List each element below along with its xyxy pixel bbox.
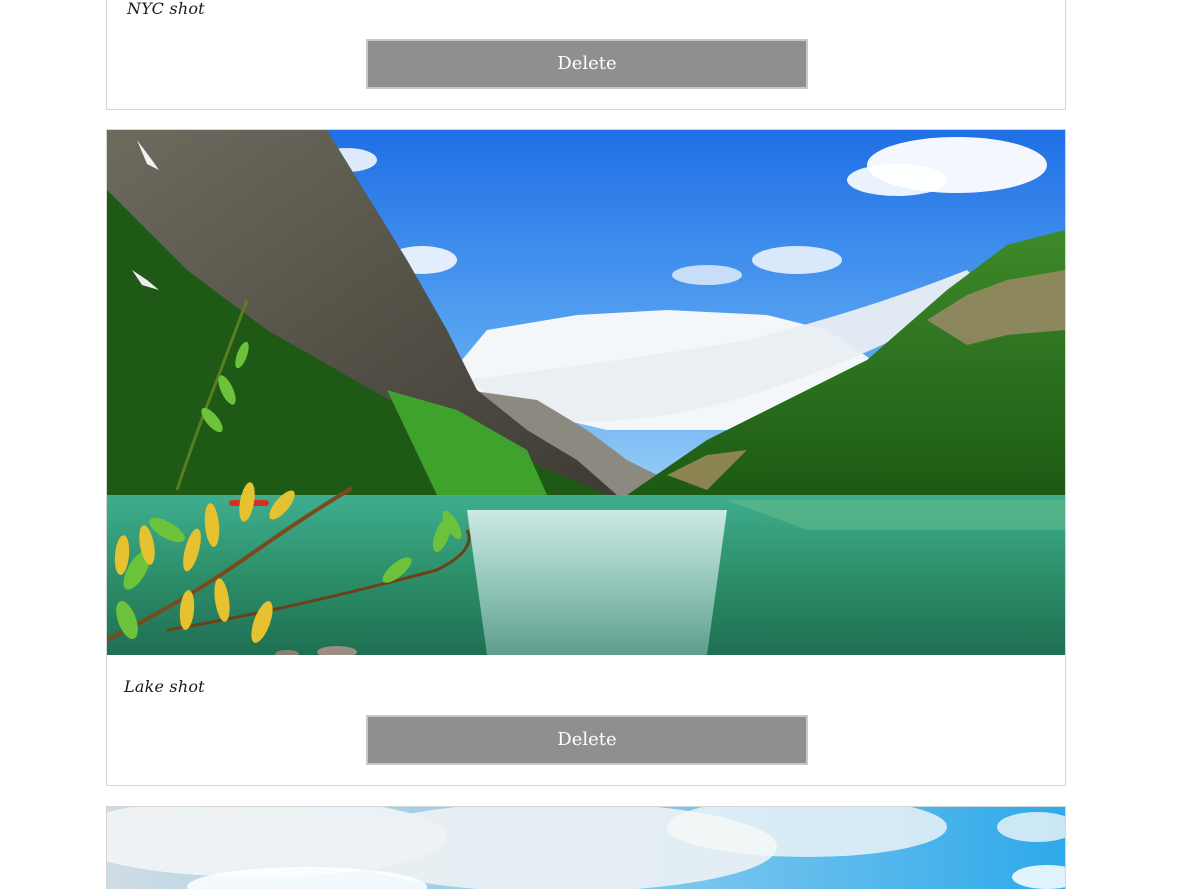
post-caption: Lake shot <box>124 677 205 696</box>
post-card <box>106 806 1066 889</box>
post-image <box>107 130 1065 655</box>
post-card: Lake shot Delete <box>106 129 1066 786</box>
post-image <box>107 807 1065 889</box>
delete-button[interactable]: Delete <box>366 715 808 765</box>
delete-button[interactable]: Delete <box>366 39 808 89</box>
post-card: NYC shot Delete <box>106 0 1066 110</box>
photo-feed: NYC shot Delete Lake shot Delete <box>0 0 1179 889</box>
post-caption: NYC shot <box>127 0 205 18</box>
